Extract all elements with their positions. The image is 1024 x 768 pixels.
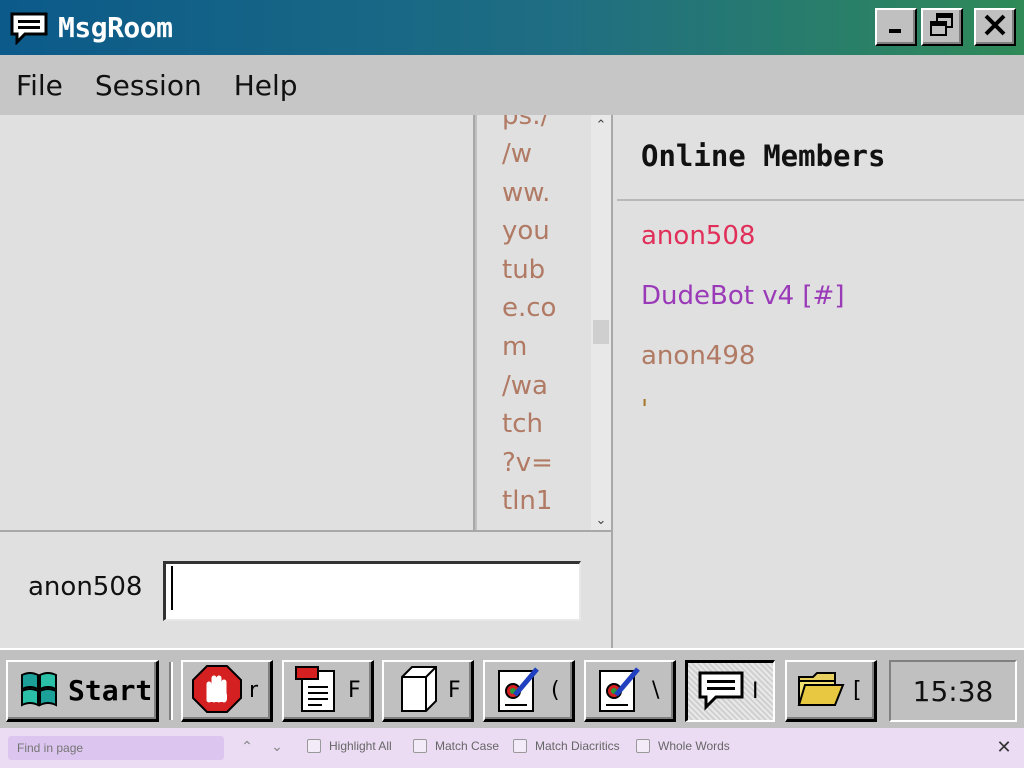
scroll-up-icon[interactable]: ⌃ [591, 115, 611, 135]
taskbar-label: [ [853, 678, 862, 703]
whole-words-checkbox[interactable]: Whole Words [636, 739, 730, 753]
option-label: Match Diacritics [535, 739, 620, 753]
online-members-panel: Online Members anon508 DudeBot v4 [#] an… [611, 115, 1024, 648]
menu-session[interactable]: Session [95, 69, 202, 102]
menu-file[interactable]: File [16, 69, 63, 102]
taskbar-button[interactable]: r [181, 660, 273, 722]
taskbar-label: r [249, 678, 259, 703]
checkbox-box[interactable] [413, 739, 427, 753]
taskbar-label: F [348, 678, 361, 703]
url-fragment: ps:/ [502, 115, 550, 131]
url-fragment: e.co [502, 293, 557, 323]
taskbar-clock[interactable]: 15:38 [889, 660, 1017, 722]
match-diacritics-checkbox[interactable]: Match Diacritics [513, 739, 620, 753]
member-item[interactable]: ' [641, 395, 648, 425]
find-input[interactable] [8, 736, 224, 760]
window-title: MsgRoom [58, 11, 173, 44]
taskbar-button[interactable]: \ [584, 660, 676, 722]
option-label: Whole Words [658, 739, 730, 753]
highlight-all-checkbox[interactable]: Highlight All [307, 739, 392, 753]
url-fragment: ?v= [502, 448, 553, 478]
stop-hand-icon [191, 664, 243, 718]
option-label: Match Case [435, 739, 500, 753]
taskbar-label: I [752, 679, 759, 704]
find-previous-icon[interactable]: ⌃ [237, 737, 257, 757]
start-label: Start [68, 674, 153, 707]
close-icon [983, 13, 1007, 41]
minimize-icon [886, 15, 906, 39]
option-label: Highlight All [329, 739, 392, 753]
blank-box-icon [392, 665, 442, 717]
find-next-icon[interactable]: ⌄ [267, 737, 287, 757]
windows-logo-icon [16, 669, 64, 713]
taskbar-label: ( [551, 678, 560, 703]
url-fragment: ww. [502, 178, 551, 208]
url-fragment: /w [502, 139, 533, 169]
checkbox-box[interactable] [513, 739, 527, 753]
document-icon [292, 665, 342, 717]
checklist-icon [493, 665, 545, 717]
find-bar: ⌃ ⌄ Highlight All Match Case Match Diacr… [0, 728, 1024, 768]
url-fragment: tch [502, 409, 543, 439]
member-item[interactable]: anon498 [641, 341, 755, 371]
taskbar-button[interactable]: [ [785, 660, 877, 722]
url-fragment: /wa [502, 371, 548, 401]
restore-button[interactable] [921, 8, 963, 46]
taskbar-label: \ [652, 678, 660, 703]
title-bar[interactable]: MsgRoom [0, 0, 1024, 55]
taskbar-button[interactable]: F [282, 660, 374, 722]
url-fragment: you [502, 216, 550, 246]
menu-bar: File Session Help [0, 55, 1024, 115]
checklist-icon [594, 665, 646, 717]
scroll-down-icon[interactable]: ⌄ [591, 510, 611, 530]
folder-icon [795, 667, 847, 715]
text-caret [171, 566, 173, 610]
chat-log[interactable] [0, 115, 475, 530]
url-fragment: tln1 [502, 486, 553, 516]
members-title: Online Members [641, 139, 886, 173]
message-input[interactable] [163, 561, 581, 621]
speech-bubble-icon [696, 669, 746, 715]
minimize-button[interactable] [875, 8, 917, 46]
match-case-checkbox[interactable]: Match Case [413, 739, 499, 753]
taskbar-button-active[interactable]: I [685, 660, 775, 722]
taskbar-button[interactable]: F [382, 660, 474, 722]
member-item[interactable]: DudeBot v4 [#] [641, 281, 844, 311]
taskbar-divider [169, 662, 173, 720]
wrapped-url-message[interactable]: ps:/ /w ww. you tub e.co m /wa tch ?v= t… [477, 115, 591, 530]
members-divider [617, 199, 1024, 201]
start-button[interactable]: Start [6, 660, 159, 722]
url-fragment: m [502, 332, 528, 362]
close-icon[interactable]: ✕ [994, 737, 1014, 758]
speech-bubble-icon[interactable] [6, 8, 52, 48]
composer: anon508 [0, 530, 611, 648]
url-fragment: tub [502, 255, 546, 285]
taskbar-button[interactable]: ( [483, 660, 575, 722]
nickname-label: anon508 [28, 572, 143, 602]
taskbar: Start r F F (\ I [15:38 [0, 648, 1024, 728]
chat-scrollbar[interactable]: ⌃ ⌄ [591, 115, 611, 530]
checkbox-box[interactable] [636, 739, 650, 753]
close-button[interactable] [974, 8, 1016, 46]
menu-help[interactable]: Help [234, 69, 298, 102]
restore-icon [929, 12, 955, 42]
scroll-thumb[interactable] [593, 320, 609, 344]
taskbar-label: F [448, 678, 461, 703]
checkbox-box[interactable] [307, 739, 321, 753]
member-item[interactable]: anon508 [641, 221, 755, 251]
